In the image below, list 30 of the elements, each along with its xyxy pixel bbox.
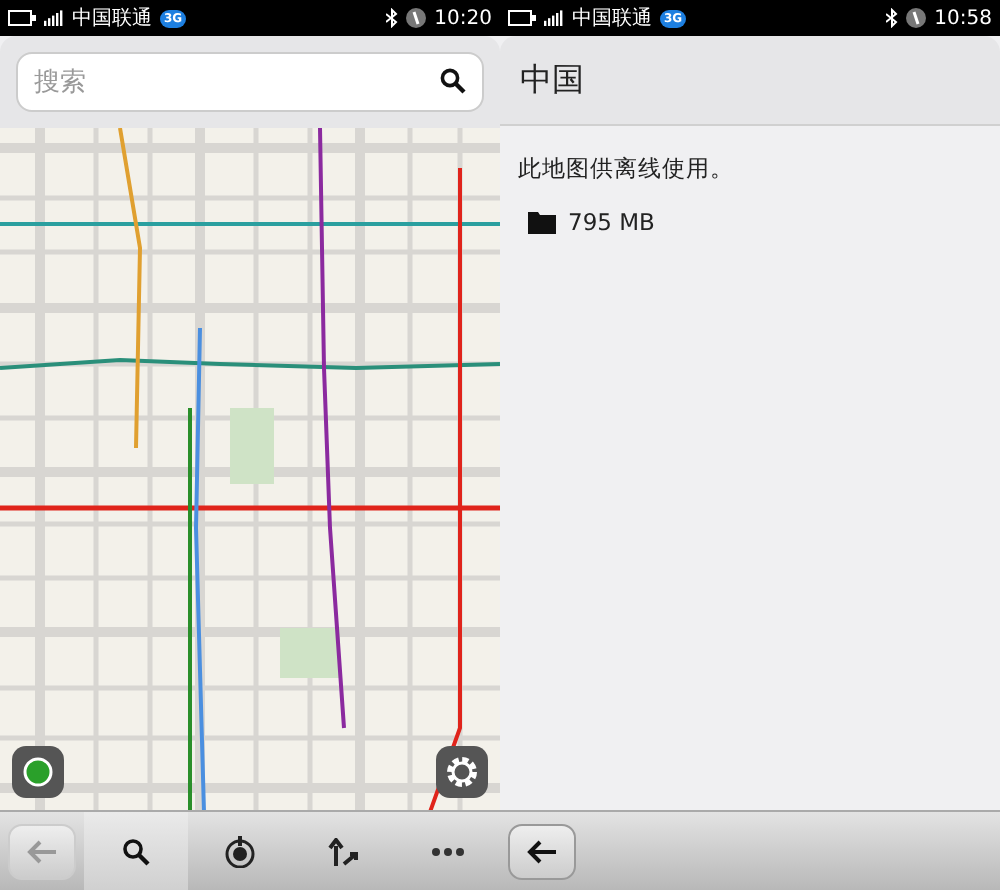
back-arrow-icon: [26, 839, 58, 863]
info-text: 此地图供离线使用。: [518, 154, 736, 184]
location-target-icon: [224, 835, 256, 867]
nfc-icon: [406, 8, 427, 28]
carrier-name: 中国联通: [572, 5, 652, 32]
back-arrow-icon: [526, 839, 558, 863]
map-size: 795 MB: [568, 208, 655, 236]
bluetooth-icon: [386, 8, 399, 28]
battery-icon: [8, 10, 36, 26]
signal-icon: [44, 10, 64, 26]
clock-time: 10:58: [934, 7, 992, 29]
settings-button[interactable]: [436, 746, 488, 798]
nfc-icon: [906, 8, 927, 28]
search-field[interactable]: 搜索: [16, 52, 484, 112]
battery-icon: [508, 10, 536, 26]
search-icon: [440, 68, 466, 94]
clock-time: 10:20: [434, 7, 492, 29]
folder-icon: [528, 210, 556, 234]
toolbar-button[interactable]: [84, 812, 188, 890]
location-dot-icon: [22, 756, 54, 788]
signal-icon: [544, 10, 564, 26]
carrier-name: 中国联通: [72, 5, 152, 32]
more-icon: [432, 847, 464, 855]
bluetooth-icon: [886, 8, 899, 28]
page-title: 中国: [500, 36, 1000, 126]
search-icon: [122, 837, 150, 865]
gear-icon: [444, 754, 480, 790]
locate-button[interactable]: [12, 746, 64, 798]
back-button[interactable]: [508, 823, 576, 879]
route-arrows-icon: [328, 837, 360, 865]
